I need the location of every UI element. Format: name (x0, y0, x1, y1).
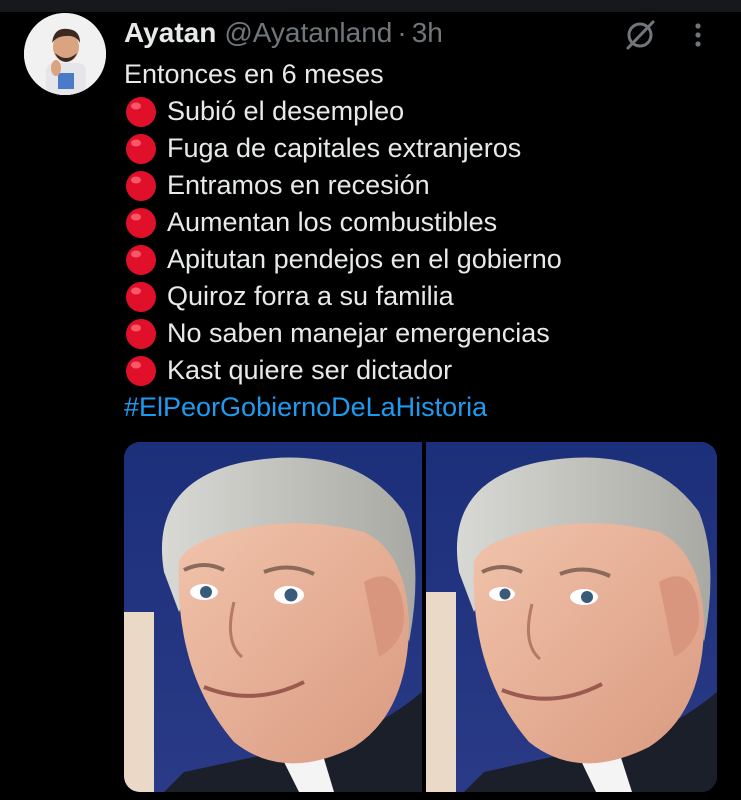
list-item-text: Entramos en recesión (167, 170, 430, 200)
list-item-text: Subió el desempleo (167, 96, 405, 126)
list-item-text: Apitutan pendejos en el gobierno (167, 244, 562, 274)
list-item: Fuga de capitales extranjeros (124, 130, 724, 167)
list-item: Quiroz forra a su familia (124, 278, 724, 315)
author-handle[interactable]: @Ayatanland (224, 17, 392, 49)
profile-avatar[interactable] (24, 13, 106, 95)
red-circle-icon (126, 96, 156, 127)
list-item: Kast quiere ser dictador (124, 352, 724, 389)
list-item: No saben manejar emergencias (124, 315, 724, 352)
list-item: Entramos en recesión (124, 167, 724, 204)
red-circle-icon (126, 318, 156, 349)
author-name[interactable]: Ayatan (124, 17, 216, 49)
tweet-header: Ayatan @Ayatanland · 3h (124, 14, 443, 52)
list-item: Apitutan pendejos en el gobierno (124, 241, 724, 278)
list-item-text: Aumentan los combustibles (167, 207, 498, 237)
list-item: Aumentan los combustibles (124, 204, 724, 241)
red-circle-icon (126, 244, 156, 275)
header-separator: · (397, 17, 407, 48)
tweet-intro: Entonces en 6 meses (124, 59, 384, 89)
list-item-text: Quiroz forra a su familia (167, 281, 454, 311)
hashtag-link[interactable]: #ElPeorGobiernoDeLaHistoria (124, 389, 724, 426)
top-bar (0, 0, 741, 12)
list-item-text: Fuga de capitales extranjeros (167, 133, 522, 163)
avatar-image (24, 13, 106, 95)
red-circle-icon (126, 281, 156, 312)
grok-icon[interactable] (622, 17, 658, 53)
tweet-media-photo[interactable] (124, 442, 717, 792)
photo-two-panel-meme-icon (124, 442, 717, 792)
red-circle-icon (126, 133, 156, 164)
list-item-text: No saben manejar emergencias (167, 318, 550, 348)
more-options-icon[interactable] (688, 19, 708, 51)
list-item: Subió el desempleo (124, 93, 724, 130)
list-item-text: Kast quiere ser dictador (167, 355, 453, 385)
tweet-text: Entonces en 6 meses Subió el desempleo F… (124, 56, 724, 426)
tweet-timestamp[interactable]: 3h (412, 17, 443, 49)
red-circle-icon (126, 355, 156, 386)
red-circle-icon (126, 170, 156, 201)
red-circle-icon (126, 207, 156, 238)
